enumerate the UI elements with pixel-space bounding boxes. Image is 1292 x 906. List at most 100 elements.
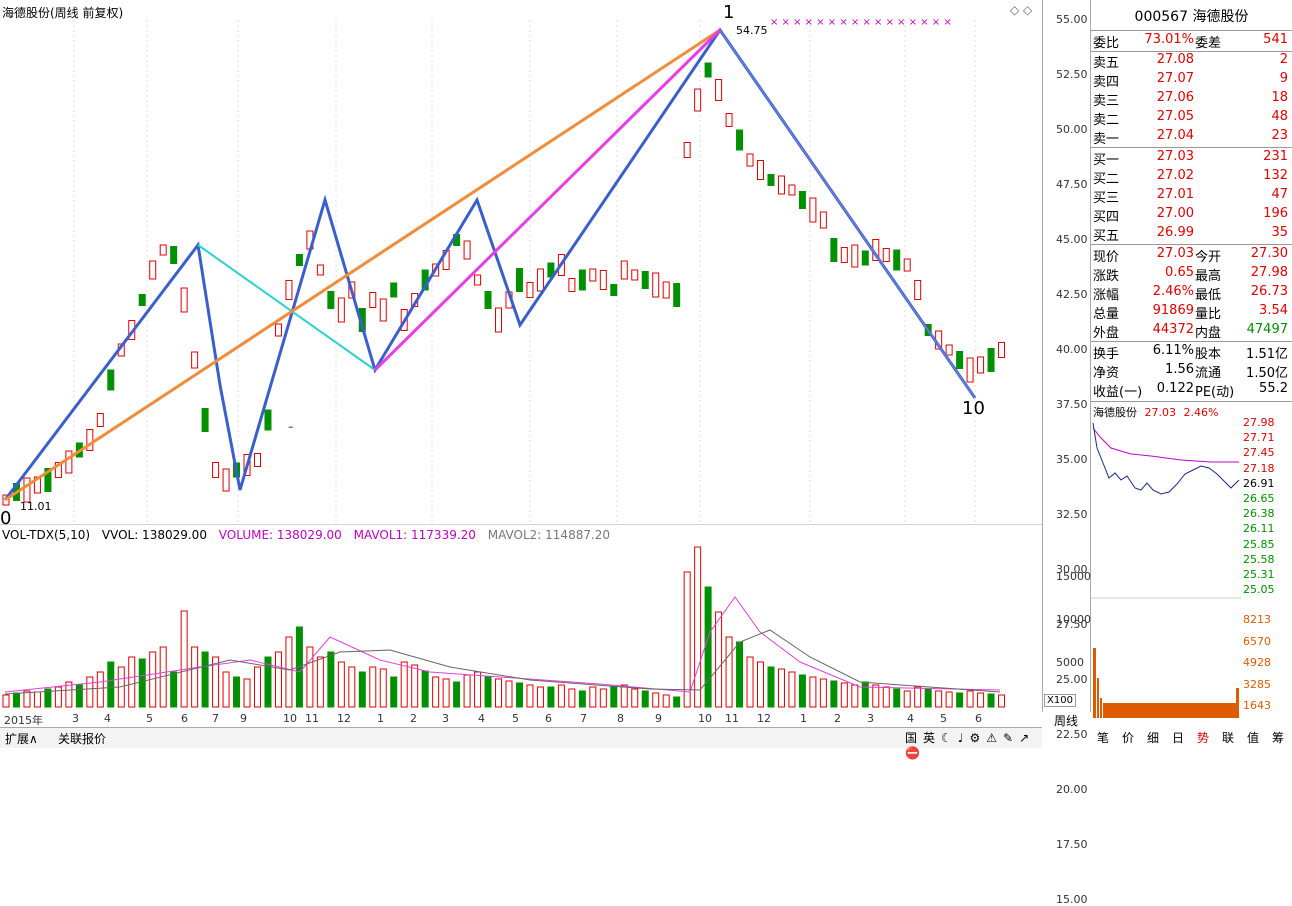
volume-bar bbox=[851, 684, 859, 708]
mini-price-tick: 27.71 bbox=[1243, 431, 1275, 445]
time-tick: 5 bbox=[512, 712, 519, 725]
volume-bar bbox=[704, 586, 712, 708]
panel-button-0[interactable]: 笔 bbox=[1097, 729, 1109, 746]
volume-value: VOLUME: 138029.00 bbox=[218, 528, 342, 542]
mini-price-tick: 26.11 bbox=[1243, 522, 1275, 536]
status-icon[interactable]: ♩ bbox=[958, 731, 964, 745]
volume-bar bbox=[505, 680, 513, 708]
price-tick: 40.00 bbox=[1056, 343, 1088, 356]
volume-bar bbox=[610, 686, 618, 708]
volume-bar bbox=[935, 690, 943, 708]
status-icon[interactable]: 国 bbox=[905, 731, 917, 745]
period-label[interactable]: 周线 bbox=[1042, 712, 1090, 728]
status-icon[interactable]: ⛔ bbox=[905, 746, 920, 760]
volume-bar bbox=[515, 682, 523, 708]
sell-level-1: 卖一 27.04 23 bbox=[1093, 128, 1288, 147]
panel-button-1[interactable]: 价 bbox=[1122, 729, 1134, 746]
buy-level-5: 买五 26.99 35 bbox=[1093, 225, 1288, 244]
candlestick bbox=[578, 269, 586, 291]
price-dash-note: – bbox=[288, 420, 294, 433]
vol-indicator-name[interactable]: VOL-TDX(5,10) bbox=[2, 528, 90, 542]
candlestick bbox=[819, 211, 827, 229]
time-tick: 10 bbox=[698, 712, 712, 725]
candlestick bbox=[798, 191, 806, 209]
volume-bar bbox=[484, 676, 492, 708]
volume-bar bbox=[75, 684, 83, 708]
status-icon-tray: 国英 ☾ ♩ ⚙ ⚠ ✎ ↗ ⛔ bbox=[905, 729, 1042, 760]
tab-expand[interactable]: 扩展∧ bbox=[2, 730, 41, 747]
volume-bar bbox=[694, 546, 702, 708]
status-icon[interactable]: ↗ bbox=[1019, 731, 1029, 745]
time-tick: 4 bbox=[104, 712, 111, 725]
mini-price-tick: 26.38 bbox=[1243, 507, 1275, 521]
volume-bar bbox=[222, 671, 230, 708]
time-tick: 9 bbox=[240, 712, 247, 725]
stat-row: 涨幅 2.46% 最低 26.73 bbox=[1093, 284, 1288, 303]
panel-button-5[interactable]: 联 bbox=[1222, 729, 1234, 746]
volume-bar bbox=[777, 668, 785, 708]
volume-bar bbox=[54, 686, 62, 708]
volume-bar bbox=[578, 690, 586, 708]
buy-level-3: 买三 27.01 47 bbox=[1093, 187, 1288, 206]
status-icon[interactable]: ⚙ bbox=[969, 731, 980, 745]
candlestick bbox=[264, 409, 272, 431]
tab-related-quote[interactable]: 关联报价 bbox=[55, 730, 109, 747]
volume-bar bbox=[400, 661, 408, 708]
price-tick: 55.00 bbox=[1056, 13, 1088, 26]
stock-code-name: 000567 海德股份 bbox=[1134, 9, 1249, 25]
price-tick: 37.50 bbox=[1056, 398, 1088, 411]
candlestick bbox=[903, 258, 911, 272]
candlestick bbox=[484, 291, 492, 309]
price-tick: 47.50 bbox=[1056, 178, 1088, 191]
volume-bar bbox=[736, 641, 744, 708]
panel-button-3[interactable]: 日 bbox=[1172, 729, 1184, 746]
sell-level-3: 卖三 27.06 18 bbox=[1093, 90, 1288, 109]
time-tick: 3 bbox=[72, 712, 79, 725]
mini-price-tick: 26.65 bbox=[1243, 492, 1275, 505]
candlestick bbox=[777, 175, 785, 195]
candlestick bbox=[652, 272, 660, 298]
volume-bar bbox=[369, 666, 377, 708]
price-tick: 25.00 bbox=[1056, 673, 1088, 686]
panel-button-7[interactable]: 筹 bbox=[1272, 729, 1284, 746]
status-icon[interactable]: 英 bbox=[923, 731, 935, 745]
volume-bar bbox=[432, 676, 440, 708]
candlestick bbox=[212, 462, 220, 478]
candlestick bbox=[327, 291, 335, 309]
status-icon[interactable]: ⚠ bbox=[986, 731, 997, 745]
volume-bar bbox=[840, 682, 848, 708]
volume-bar bbox=[285, 636, 293, 708]
volume-bar bbox=[589, 686, 597, 708]
candlestick bbox=[170, 246, 178, 264]
candlestick bbox=[379, 298, 387, 322]
volume-bar bbox=[893, 688, 901, 708]
candlestick bbox=[149, 260, 157, 280]
volume-bar bbox=[180, 610, 188, 708]
candlestick bbox=[882, 248, 890, 262]
volume-bar bbox=[316, 656, 324, 708]
price-tick: 45.00 bbox=[1056, 233, 1088, 246]
price-tick: 17.50 bbox=[1056, 838, 1088, 851]
panel-button-6[interactable]: 值 bbox=[1247, 729, 1259, 746]
time-tick: 6 bbox=[181, 712, 188, 725]
mini-volume-tick: 8213 bbox=[1243, 613, 1271, 626]
candlestick bbox=[191, 351, 199, 369]
status-icon[interactable]: ✎ bbox=[1003, 731, 1013, 745]
candlestick bbox=[620, 260, 628, 280]
candlestick bbox=[673, 283, 681, 307]
candlestick bbox=[683, 142, 691, 158]
candlestick bbox=[274, 323, 282, 337]
volume-bar bbox=[243, 678, 251, 708]
volume-bar bbox=[379, 668, 387, 708]
kline-chart-area[interactable]: 海德股份(周线 前复权) ◇ ◇ × × × × × × × × × × × ×… bbox=[0, 0, 1043, 712]
time-axis: 2015年 3 4 5 6 7 9 10 11 12 1 2 3 4 5 6 7 8 9 10 11 12 1 2 3 4 5 6 bbox=[0, 712, 1042, 727]
panel-button-2[interactable]: 细 bbox=[1147, 729, 1159, 746]
status-icon[interactable]: ☾ bbox=[941, 731, 952, 745]
candlestick bbox=[316, 264, 324, 276]
high-price-note: 54.75 bbox=[736, 24, 768, 37]
mini-price-tick: 25.58 bbox=[1243, 552, 1275, 566]
candlestick bbox=[295, 254, 303, 266]
candlestick bbox=[390, 282, 398, 298]
volume-bars bbox=[2, 546, 1006, 708]
panel-button-4[interactable]: 势 bbox=[1197, 729, 1209, 746]
